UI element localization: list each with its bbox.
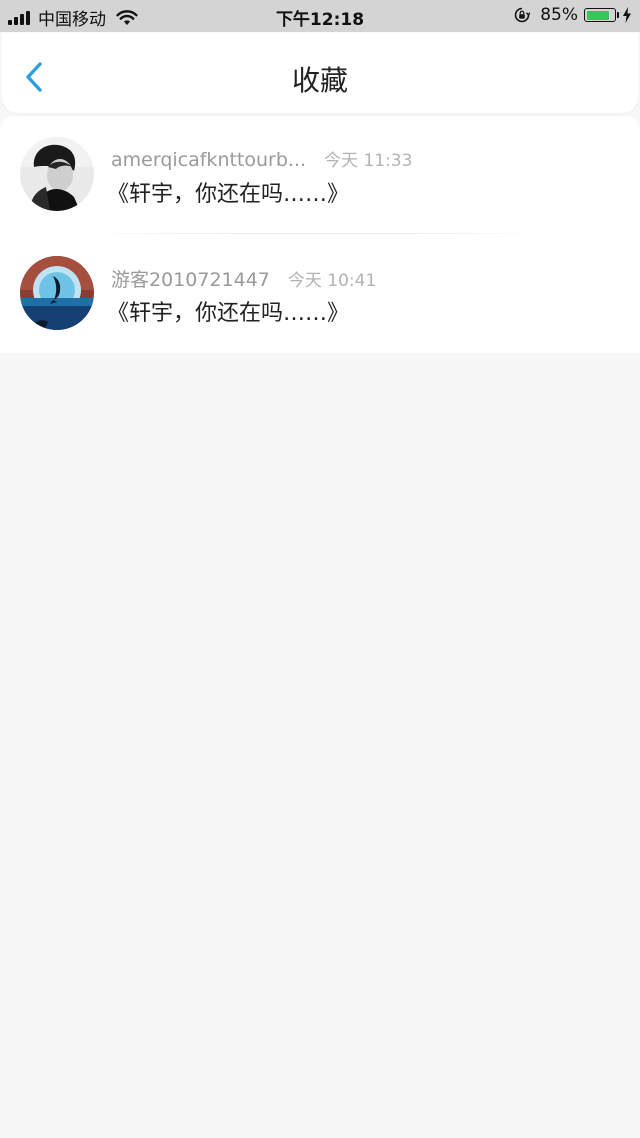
divider [110, 233, 540, 234]
battery-fill [586, 10, 609, 20]
message-text: 《轩宇，你还在吗……》 [107, 301, 350, 326]
battery-percent: 85% [540, 5, 578, 25]
status-right: 85% [514, 5, 632, 25]
username: 游客2010721447 [111, 269, 270, 291]
favorites-list: amerqicafknttourb... 今天 11:33 《轩宇，你还在吗……… [0, 116, 640, 353]
battery-icon [584, 8, 619, 22]
item-meta: 游客2010721447 今天 10:41 [111, 265, 376, 292]
message-text: 《轩宇，你还在吗……》 [107, 182, 350, 207]
nav-bar: 收藏 [2, 33, 638, 113]
portrait-photo [20, 137, 94, 211]
timestamp: 今天 10:41 [287, 271, 377, 291]
item-meta: amerqicafknttourb... 今天 11:33 [111, 146, 412, 171]
username: amerqicafknttourb... [111, 149, 307, 171]
charging-bolt-icon [623, 7, 631, 23]
favorite-item[interactable]: 游客2010721447 今天 10:41 《轩宇，你还在吗……》 [0, 235, 640, 353]
avatar[interactable] [20, 256, 94, 330]
timestamp: 今天 11:33 [324, 151, 413, 171]
avatar[interactable] [20, 137, 94, 211]
favorite-item[interactable]: amerqicafknttourb... 今天 11:33 《轩宇，你还在吗……… [0, 116, 640, 234]
page-title: 收藏 [291, 64, 348, 97]
orientation-lock-icon [514, 7, 531, 23]
dolphin-photo [20, 256, 94, 330]
status-bar: 中国移动 下午12:18 85% [0, 0, 640, 32]
